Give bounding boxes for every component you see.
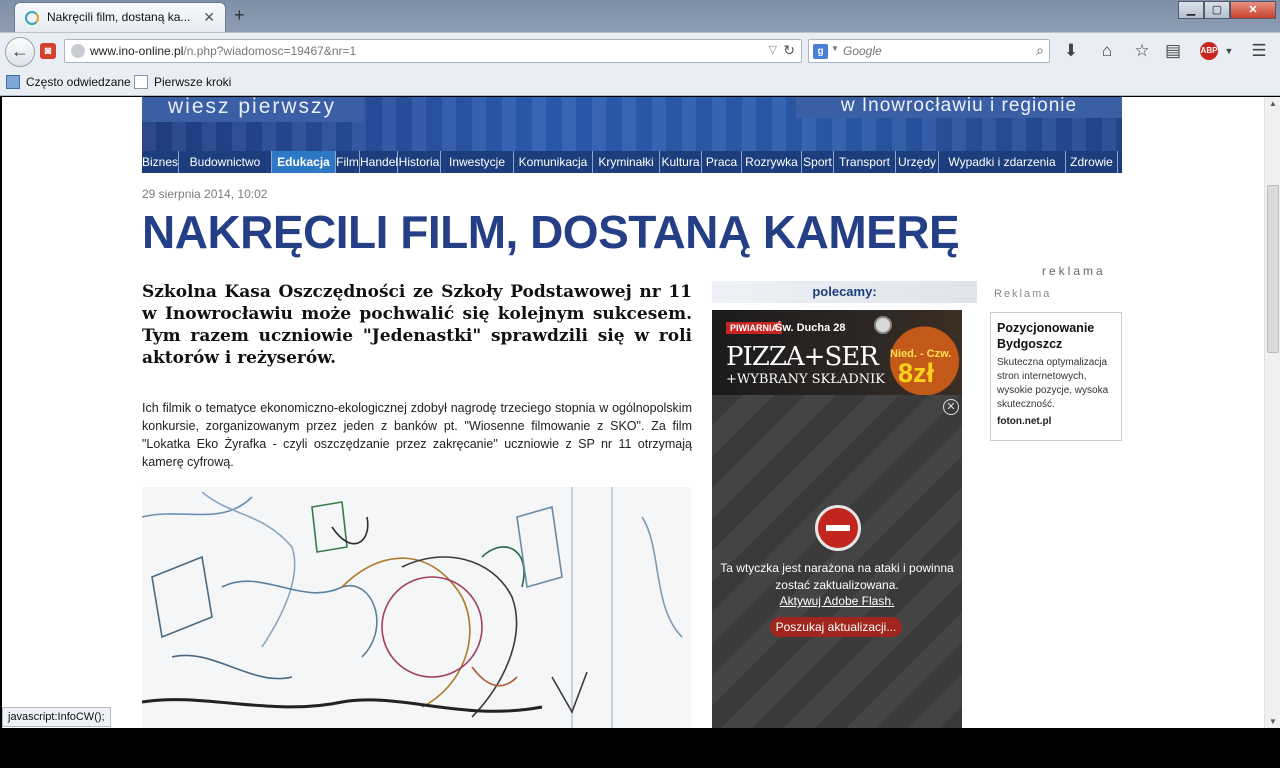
nav-item-urz-dy[interactable]: Urzędy — [896, 151, 939, 173]
close-icon[interactable]: ✕ — [943, 399, 959, 415]
nav-item-biznes[interactable]: Biznes — [142, 151, 179, 173]
engine-dropdown-icon[interactable]: ▼ — [831, 44, 839, 53]
nav-item-praca[interactable]: Praca — [702, 151, 742, 173]
plugin-warning-text: Ta wtyczka jest narażona na ataki i powi… — [720, 561, 954, 592]
photo-sketch-image — [142, 487, 691, 728]
ad-label-side: Reklama — [994, 288, 1052, 300]
navigation-toolbar: ← ◙ www.ino-online.pl/n.php?wiadomosc=19… — [0, 32, 1280, 70]
scrollbar-thumb[interactable] — [1267, 185, 1279, 353]
search-icon[interactable]: ⌕ — [1036, 42, 1044, 59]
site-favicon-icon — [25, 11, 39, 25]
category-nav: Biznes Budownictwo Edukacja Film Handel Histo… — [142, 151, 1122, 173]
adblock-icon[interactable]: ABP — [1200, 42, 1218, 60]
nav-item-sport[interactable]: Sport — [802, 151, 834, 173]
blocked-plugin-icon — [815, 505, 861, 551]
addon-icon[interactable]: ◙ — [40, 43, 56, 59]
nav-item-transport[interactable]: Transport — [834, 151, 896, 173]
ad-title[interactable]: Pozycjonowanie Bydgoszcz — [997, 320, 1115, 352]
banner-slogan-left: wiesz pierwszy — [142, 97, 364, 122]
bookmark-label: Często odwiedzane — [26, 75, 131, 89]
article-body: Ich filmik o tematyce ekonomiczno-ekolog… — [142, 401, 692, 469]
nav-item-kultura[interactable]: Kultura — [660, 151, 702, 173]
dropdown-arrow-icon[interactable]: ▽ — [769, 43, 777, 56]
title-bar: Nakręcili film, dostaną ka... ✕ + ▁ ▢ ✕ — [0, 0, 1280, 32]
ad-brand: PIWIARNIA — [726, 322, 782, 334]
tab-title: Nakręcili film, dostaną ka... — [47, 10, 191, 24]
nav-item-rozrywka[interactable]: Rozrywka — [742, 151, 802, 173]
close-tab-icon[interactable]: ✕ — [203, 9, 215, 25]
search-input[interactable] — [843, 42, 1023, 60]
browser-window: Nakręcili film, dostaną ka... ✕ + ▁ ▢ ✕ … — [0, 0, 1280, 768]
article-title: NAKRĘCILI FILM, DOSTANĄ KAMERĘ — [142, 206, 960, 258]
banner-slogan-right: w Inowrocławiu i regionie — [796, 97, 1122, 118]
ad-domain[interactable]: foton.net.pl — [997, 416, 1115, 427]
nav-item-komunikacja[interactable]: Komunikacja — [514, 151, 593, 173]
activate-flash-link[interactable]: Aktywuj Adobe Flash. — [712, 594, 962, 608]
bookmarks-list-icon[interactable]: ▤ — [1162, 40, 1184, 62]
reload-icon[interactable]: ↻ — [783, 42, 795, 59]
browser-tab[interactable]: Nakręcili film, dostaną ka... ✕ — [14, 2, 226, 32]
window-controls: ▁ ▢ ✕ — [1178, 1, 1276, 21]
status-bar: javascript:InfoCW(); — [2, 707, 111, 727]
minimize-button[interactable]: ▁ — [1178, 1, 1204, 19]
bookmarks-toolbar: Często odwiedzane Pierwsze kroki — [0, 70, 1280, 96]
maximize-button[interactable]: ▢ — [1204, 1, 1230, 19]
bookmark-star-icon[interactable]: ☆ — [1131, 40, 1153, 62]
bookmark-folder-icon — [6, 75, 20, 89]
url-path: /n.php?wiadomosc=19467&nr=1 — [183, 44, 357, 58]
pizza-banner-ad[interactable]: PIWIARNIA Św. Ducha 28 PIZZA+SER +WYBRAN… — [712, 310, 962, 395]
globe-icon — [71, 44, 85, 58]
bookmark-label: Pierwsze kroki — [154, 75, 232, 89]
address-bar[interactable]: www.ino-online.pl/n.php?wiadomosc=19467&… — [64, 39, 802, 63]
article-lead: Szkolna Kasa Oszczędności ze Szkoły Pods… — [142, 282, 692, 368]
page-icon — [134, 75, 148, 89]
plate-icon — [874, 316, 892, 334]
vertical-scrollbar[interactable]: ▲ ▼ — [1264, 97, 1280, 728]
nav-item-film[interactable]: Film — [336, 151, 360, 173]
site-header-banner[interactable]: wiesz pierwszy w Inowrocławiu i regionie — [142, 97, 1122, 151]
page-viewport: wiesz pierwszy w Inowrocławiu i regionie… — [2, 97, 1264, 728]
adblock-dropdown-icon[interactable]: ▼ — [1218, 40, 1240, 62]
nav-item-inwestycje[interactable]: Inwestycje — [441, 151, 514, 173]
bookmark-getting-started[interactable]: Pierwsze kroki — [134, 75, 231, 89]
article-photo[interactable] — [142, 487, 691, 728]
scroll-down-icon[interactable]: ▼ — [1269, 717, 1277, 726]
ad-subline: +WYBRANY SKŁADNIK — [726, 372, 886, 387]
ad-label-top: reklama — [1042, 264, 1106, 278]
scroll-up-icon[interactable]: ▲ — [1269, 99, 1277, 108]
back-button[interactable]: ← — [5, 37, 35, 67]
url-text[interactable]: www.ino-online.pl/n.php?wiadomosc=19467&… — [90, 44, 356, 58]
taskbar — [0, 728, 1280, 768]
article-date: 29 sierpnia 2014, 10:02 — [142, 187, 268, 201]
recommended-header: polecamy: — [712, 281, 977, 303]
bookmark-most-visited[interactable]: Często odwiedzane — [6, 75, 131, 89]
nav-item-historia[interactable]: Historia — [398, 151, 441, 173]
nav-item-wypadki-i-zdarzenia[interactable]: Wypadki i zdarzenia — [939, 151, 1066, 173]
nav-item-zdrowie[interactable]: Zdrowie — [1066, 151, 1118, 173]
google-icon[interactable]: g — [813, 44, 828, 59]
search-box[interactable]: g ▼ ⌕ — [808, 39, 1050, 63]
menu-icon[interactable]: ☰ — [1248, 40, 1270, 62]
nav-item-budownictwo[interactable]: Budownictwo — [179, 151, 272, 173]
ad-price: 8zł — [898, 358, 935, 388]
ad-address: Św. Ducha 28 — [775, 322, 846, 334]
check-updates-button[interactable]: Poszukaj aktualizacji... — [770, 617, 902, 637]
home-icon[interactable]: ⌂ — [1096, 40, 1118, 62]
close-window-button[interactable]: ✕ — [1230, 1, 1276, 19]
new-tab-button[interactable]: + — [234, 6, 245, 24]
nav-item-krymina-ki[interactable]: Kryminałki — [593, 151, 660, 173]
ad-headline: PIZZA+SER — [726, 342, 879, 372]
flash-plugin-placeholder[interactable]: ✕ Ta wtyczka jest narażona na ataki i po… — [712, 395, 962, 728]
nav-item-handel[interactable]: Handel — [360, 151, 398, 173]
text-ad[interactable]: Pozycjonowanie Bydgoszcz Skuteczna optym… — [990, 312, 1122, 441]
download-icon[interactable]: ⬇ — [1060, 40, 1082, 62]
ad-description: Skuteczna optymalizacja stron internetow… — [997, 357, 1109, 410]
nav-item-edukacja[interactable]: Edukacja — [272, 151, 336, 173]
url-host: www.ino-online.pl — [90, 44, 184, 58]
